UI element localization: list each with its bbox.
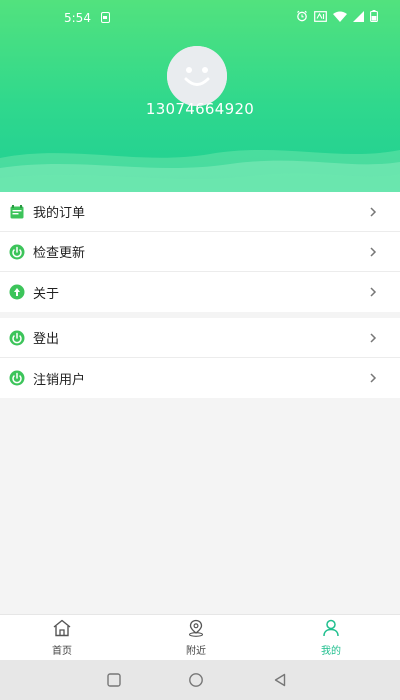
menu-label: 我的订单 (33, 206, 86, 221)
screen: 5:54 13074664920 我的订单 检查更新 关于 登出 注销用户 首页… (0, 0, 400, 700)
home-circle-icon[interactable] (188, 672, 204, 688)
power-icon (9, 330, 25, 346)
smiley-avatar-icon (167, 46, 227, 106)
location-icon (188, 619, 204, 637)
tab-nearby[interactable]: 附近 (166, 619, 226, 657)
tab-label: 我的 (321, 646, 341, 657)
user-icon (323, 619, 339, 637)
recents-square-icon[interactable] (106, 672, 122, 688)
order-icon (9, 204, 25, 220)
profile-header: 5:54 13074664920 (0, 0, 400, 192)
tab-mine[interactable]: 我的 (301, 619, 361, 657)
menu-item-delete-account[interactable]: 注销用户 (0, 358, 400, 398)
chevron-right-icon (370, 247, 377, 257)
chevron-right-icon (370, 333, 377, 343)
chevron-right-icon (370, 373, 377, 383)
menu-item-check-update[interactable]: 检查更新 (0, 232, 400, 272)
menu-label: 注销用户 (33, 372, 86, 388)
power-icon (9, 370, 25, 386)
data-icon (314, 10, 327, 22)
bottom-nav: 首页 附近 我的 (0, 614, 400, 660)
user-phone: 13074664920 (145, 100, 255, 118)
status-bar: 5:54 (0, 0, 400, 34)
menu-item-my-orders[interactable]: 我的订单 (0, 192, 400, 232)
chevron-right-icon (370, 207, 377, 217)
system-nav-bar (0, 660, 400, 700)
back-triangle-icon[interactable] (272, 672, 288, 688)
info-icon (9, 284, 25, 300)
menu-label: 检查更新 (33, 246, 86, 261)
tab-home[interactable]: 首页 (32, 619, 92, 657)
menu-item-about[interactable]: 关于 (0, 272, 400, 312)
signal-icon (353, 10, 364, 22)
battery-icon (370, 10, 378, 22)
sim-icon (101, 12, 110, 23)
tab-label: 附近 (186, 646, 206, 657)
menu-label: 登出 (33, 332, 60, 347)
status-icons (296, 10, 378, 22)
alarm-icon (297, 10, 307, 22)
chevron-right-icon (370, 287, 377, 297)
home-icon (53, 619, 71, 637)
header-waves (0, 150, 400, 192)
tab-label: 首页 (52, 646, 72, 657)
status-time: 5:54 (64, 11, 91, 25)
menu-item-logout[interactable]: 登出 (0, 318, 400, 358)
avatar[interactable] (167, 46, 227, 106)
wifi-icon (333, 11, 347, 22)
menu-label: 关于 (33, 286, 60, 302)
menu-group-session: 登出 注销用户 (0, 318, 400, 398)
power-icon (9, 244, 25, 260)
menu-group-account: 我的订单 检查更新 关于 (0, 192, 400, 312)
